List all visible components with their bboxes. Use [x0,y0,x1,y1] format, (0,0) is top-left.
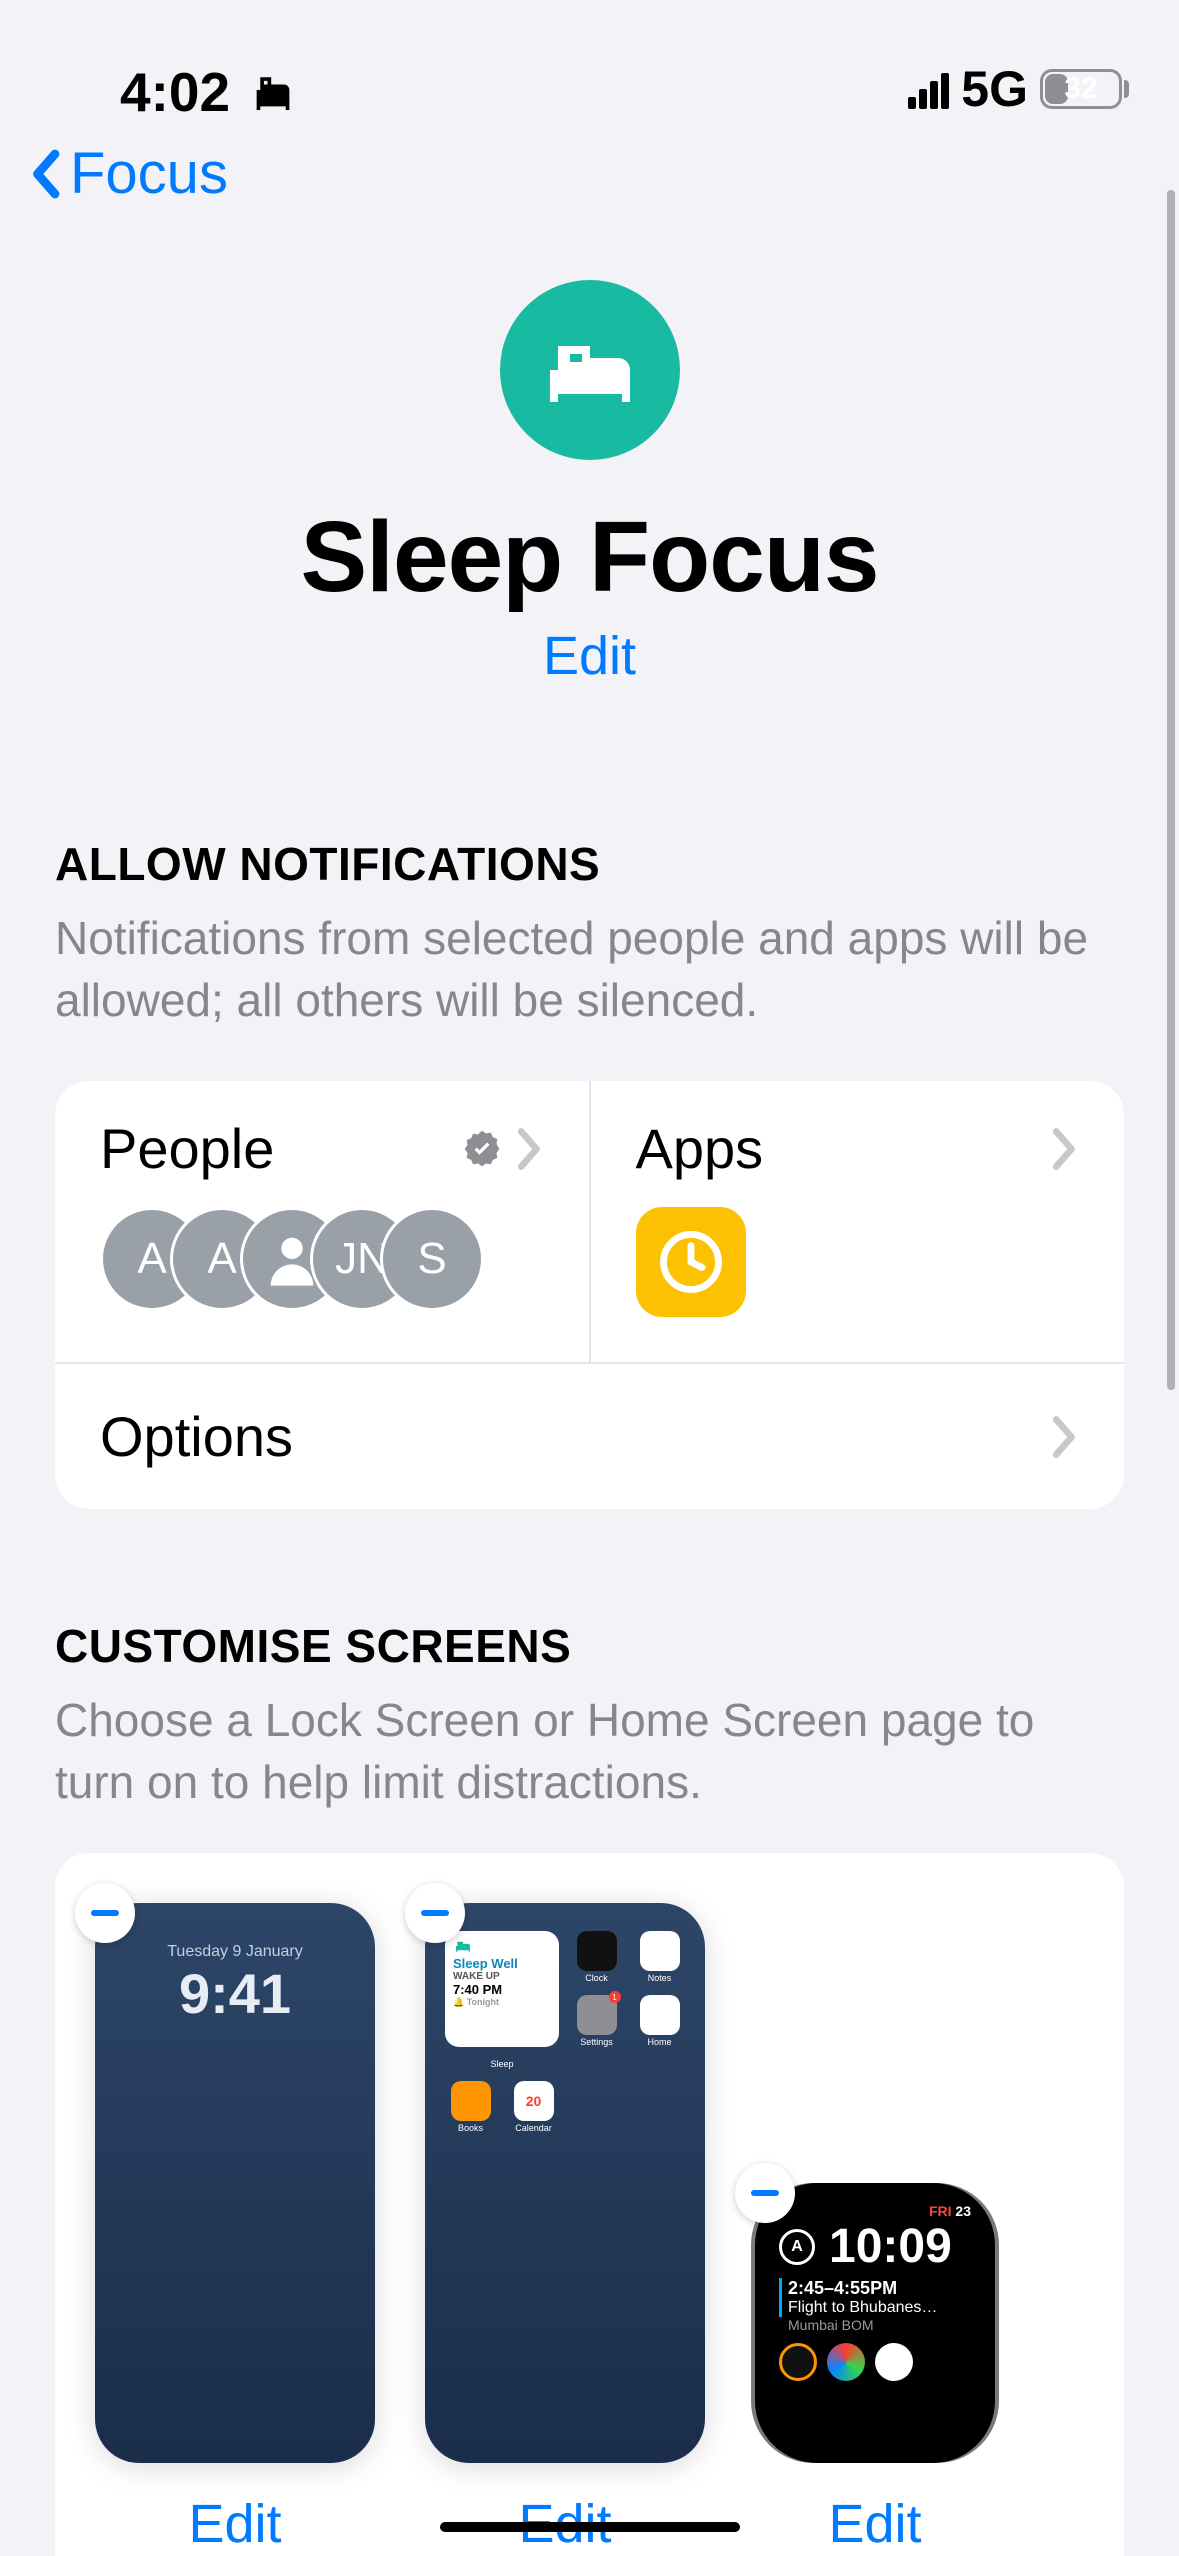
network-label: 5G [961,60,1028,118]
page-title: Sleep Focus [0,500,1179,615]
edit-watch-button[interactable]: Edit [828,2493,921,2555]
battery-icon: 32 [1040,69,1129,109]
edit-focus-button[interactable]: Edit [543,625,636,687]
scroll-area[interactable]: Sleep Focus Edit ALLOW NOTIFICATIONS Not… [0,170,1179,2556]
clock-app-icon [636,1207,746,1317]
people-button[interactable]: People A A JN S [55,1081,591,1362]
options-button[interactable]: Options [55,1362,1124,1509]
verified-icon [462,1129,502,1169]
chevron-right-icon [516,1127,544,1171]
scrollbar[interactable] [1167,190,1175,1390]
avatar: S [380,1207,484,1311]
chevron-right-icon [1051,1127,1079,1171]
allow-card: People A A JN S Apps [55,1081,1124,1509]
home-screen-preview[interactable]: Sleep Well WAKE UP 7:40 PM 🔔 Tonight Clo… [425,1903,705,2555]
status-bar: 4:02 5G 32 [0,0,1179,120]
screens-card: Tuesday 9 January 9:41 Edit Sleep Well W… [55,1853,1124,2556]
avatar-row: A A JN S [100,1207,544,1311]
home-indicator[interactable] [440,2522,740,2532]
apps-button[interactable]: Apps [591,1081,1125,1362]
cellular-signal-icon [908,69,949,109]
allow-title: ALLOW NOTIFICATIONS [55,837,1124,891]
focus-header: Sleep Focus Edit [0,170,1179,687]
lock-screen-preview[interactable]: Tuesday 9 January 9:41 Edit [95,1903,375,2555]
remove-lock-screen-button[interactable] [75,1883,135,1943]
customise-desc: Choose a Lock Screen or Home Screen page… [55,1689,1124,1813]
sleep-icon [500,280,680,460]
status-time: 4:02 [120,60,230,124]
people-label: People [100,1116,448,1181]
sleep-focus-status-icon [248,70,298,115]
remove-watch-button[interactable] [735,2163,795,2223]
chevron-right-icon [1051,1415,1079,1459]
edit-lock-screen-button[interactable]: Edit [188,2493,281,2555]
allow-desc: Notifications from selected people and a… [55,907,1124,1031]
watch-face-preview[interactable]: FRI 23 A10:09 2:45–4:55PM Flight to Bhub… [755,2183,995,2555]
apps-label: Apps [636,1116,1038,1181]
remove-home-screen-button[interactable] [405,1883,465,1943]
options-label: Options [100,1404,1051,1469]
customise-title: CUSTOMISE SCREENS [55,1619,1124,1673]
